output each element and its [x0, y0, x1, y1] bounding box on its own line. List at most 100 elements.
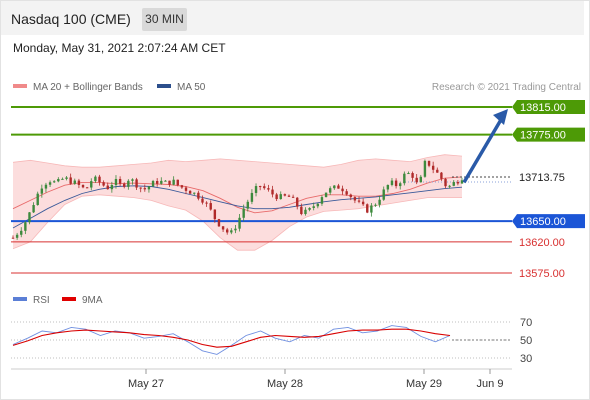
- candle-body: [139, 187, 142, 189]
- candle-body: [73, 180, 76, 184]
- rsi-legend-swatch: [62, 297, 76, 301]
- candle-body: [160, 180, 163, 184]
- candle-body: [452, 182, 455, 186]
- candle-body: [394, 180, 398, 187]
- candle-body: [403, 173, 406, 184]
- legend-label: MA 50: [177, 82, 206, 93]
- candle-body: [230, 230, 233, 233]
- level-label: 13620.00: [519, 237, 565, 249]
- legend-swatch: [157, 84, 171, 88]
- candle-body: [168, 180, 171, 185]
- candle-body: [20, 230, 23, 235]
- candle-body: [151, 181, 155, 187]
- candle-body: [193, 192, 196, 194]
- rsi-legend-label: 9MA: [82, 295, 103, 306]
- last-price-label: 13713.75: [519, 172, 565, 184]
- candle-body: [65, 177, 68, 179]
- candle-body: [164, 180, 167, 182]
- candle-body: [217, 219, 221, 227]
- rsi-legend-swatch: [13, 297, 27, 301]
- candle-body: [201, 198, 204, 203]
- candle-body: [127, 180, 130, 187]
- rsi-tick-label: 70: [520, 317, 532, 329]
- candle-body: [123, 183, 126, 187]
- candle-body: [48, 182, 52, 185]
- candle-body: [61, 178, 64, 180]
- candle-body: [85, 187, 89, 189]
- candle-body: [296, 197, 299, 207]
- x-tick-label: May 27: [128, 378, 164, 390]
- price-chart: MA 20 + Bollinger Bands MA 50 Research © 2…: [11, 82, 585, 390]
- candle-body: [267, 188, 270, 190]
- projection-arrow-shaft: [462, 117, 504, 184]
- candle-body: [32, 205, 35, 213]
- candle-body: [308, 207, 311, 210]
- candle-body: [345, 191, 348, 195]
- candle-body: [353, 197, 357, 201]
- candle-body: [28, 212, 31, 223]
- candle-body: [226, 229, 229, 233]
- level-label: 13815.00: [520, 102, 566, 114]
- candle-body: [238, 217, 241, 229]
- candle-body: [184, 187, 188, 191]
- candle-body: [197, 192, 200, 199]
- rsi-tick-label: 50: [520, 335, 532, 347]
- candle-body: [102, 182, 105, 186]
- candle-body: [324, 192, 328, 198]
- rsi-tick-label: 30: [520, 353, 532, 365]
- candle-body: [287, 195, 291, 197]
- candle-body: [456, 182, 460, 184]
- rsi-legend-label: RSI: [33, 295, 50, 306]
- candle-body: [52, 181, 56, 183]
- x-tick-label: May 29: [406, 378, 442, 390]
- candle-body: [254, 186, 258, 193]
- candle-body: [341, 188, 344, 192]
- candle-body: [357, 200, 361, 202]
- candle-body: [460, 180, 464, 184]
- candle-body: [300, 206, 303, 215]
- legend-label: MA 20 + Bollinger Bands: [33, 82, 143, 93]
- candle-body: [320, 197, 324, 204]
- candle-body: [180, 185, 184, 188]
- candle-body: [316, 203, 320, 207]
- candle-body: [98, 176, 101, 183]
- candle-body: [131, 179, 134, 181]
- candle-body: [155, 181, 159, 184]
- candle-body: [242, 208, 245, 218]
- candle-body: [24, 222, 27, 231]
- candle-body: [349, 194, 352, 198]
- candle-body: [386, 184, 390, 190]
- candle-body: [444, 178, 447, 187]
- candle-body: [11, 237, 15, 239]
- candle-body: [147, 186, 151, 190]
- level-label: 13775.00: [520, 130, 566, 142]
- level-label: 13650.00: [520, 216, 566, 228]
- candle-body: [337, 185, 340, 189]
- candle-body: [118, 178, 122, 184]
- candle-body: [221, 226, 225, 230]
- candle-body: [234, 228, 237, 231]
- candle-body: [378, 199, 381, 205]
- candle-body: [436, 169, 439, 173]
- candle-body: [279, 194, 282, 200]
- candle-body: [411, 173, 414, 178]
- legend-swatch: [13, 84, 27, 88]
- candle-body: [258, 186, 262, 188]
- candle-body: [40, 188, 44, 194]
- candle-body: [69, 177, 72, 184]
- candle-body: [271, 189, 274, 195]
- candle-body: [90, 181, 93, 188]
- candle-body: [423, 160, 427, 177]
- rsi-ma-line: [12, 328, 451, 348]
- candle-body: [36, 193, 39, 206]
- candle-body: [283, 194, 287, 196]
- candle-body: [15, 234, 19, 238]
- candle-body: [382, 189, 385, 200]
- candle-body: [106, 185, 109, 190]
- candle-body: [361, 201, 365, 205]
- candle-body: [77, 180, 81, 185]
- candle-body: [44, 184, 48, 189]
- candle-body: [399, 183, 402, 187]
- candle-body: [304, 209, 307, 215]
- x-tick-label: May 28: [267, 378, 303, 390]
